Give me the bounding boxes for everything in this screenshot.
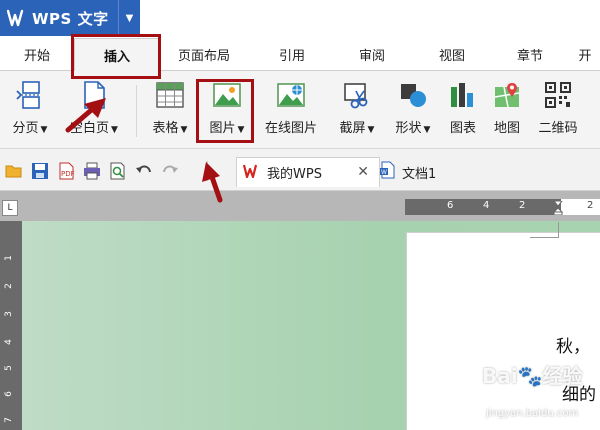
title-bar: WPS 文字 ▼ [0,0,600,38]
page-break-dropdown-icon[interactable]: ▼ [41,125,48,135]
online-picture-button[interactable]: 在线图片 [258,79,324,143]
save-icon[interactable] [30,161,50,181]
indent-marker-icon[interactable] [552,201,564,215]
ruler-text-area [561,199,600,215]
tab-page-layout[interactable]: 页面布局 [162,38,246,71]
screenshot-icon [341,79,373,111]
screenshot-button[interactable]: 截屏 ▼ [330,79,384,143]
ruler-tick: 4 [483,200,490,211]
ruler-tick: 3 [3,311,14,317]
shapes-button[interactable]: 形状 ▼ [388,79,438,143]
close-tab-icon[interactable]: ✕ [357,164,369,180]
vertical-ruler[interactable]: 1 2 3 4 5 6 7 [0,221,22,430]
tab-review[interactable]: 审阅 [332,38,412,71]
tab-my-wps[interactable]: 我的WPS ✕ [236,157,380,187]
app-title: WPS 文字 [32,9,109,28]
export-pdf-icon[interactable]: PDF [56,161,76,181]
chart-icon [447,79,479,111]
page-break-icon [14,79,46,111]
insert-tab-highlight [71,34,161,79]
document-text-line: 秋， [556,337,590,357]
tab-view[interactable]: 视图 [412,38,492,71]
online-picture-label: 在线图片 [264,121,317,136]
baidu-watermark: Bai🐾经验 [482,360,583,389]
page-break-label: 分页 [12,121,39,136]
tab-start[interactable]: 开始 [4,38,70,71]
qrcode-label: 二维码 [538,121,578,136]
blank-page-dropdown-icon[interactable]: ▼ [111,125,118,135]
undo-icon[interactable] [134,161,154,181]
screenshot-dropdown-icon[interactable]: ▼ [368,125,375,135]
arrow-to-picture-button-icon [202,162,223,203]
my-wps-label: 我的WPS [267,167,322,182]
page-break-button[interactable]: 分页 ▼ [4,79,56,143]
ruler-bar: L 6 4 2 2 [0,191,600,221]
tab-document1[interactable]: W 文档1 [378,157,488,187]
wps-logo-icon [6,7,28,29]
qrcode-button[interactable]: 二维码 [530,79,586,143]
ruler-tick: 2 [587,200,594,211]
ruler-tick: 4 [3,339,14,345]
open-folder-icon[interactable] [4,161,24,181]
picture-button-highlight [196,79,254,143]
ruler-tick: 6 [3,391,14,397]
horizontal-ruler[interactable]: 6 4 2 2 [405,199,600,215]
shapes-label: 形状 [395,121,422,136]
svg-text:W: W [381,169,387,176]
app-menu-button[interactable]: WPS 文字 ▼ [0,0,140,36]
ruler-tick: 2 [519,200,526,211]
map-button[interactable]: 地图 [487,79,527,143]
table-label: 表格 [152,121,179,136]
qrcode-icon [542,79,574,111]
online-picture-icon [275,79,307,111]
watermark-brand-suffix: 经验 [542,364,583,388]
quick-access-toolbar: PDF 我的WPS ✕ W 文档1 [0,149,600,191]
paw-icon: 🐾 [517,364,543,388]
print-icon[interactable] [82,161,102,181]
document-file-icon: W [380,161,396,183]
tab-stop-selector-icon[interactable]: L [2,200,18,216]
print-preview-icon[interactable] [108,161,128,181]
shapes-icon [397,79,429,111]
page-corner-mark [558,222,559,238]
tab-developer[interactable]: 开 [570,38,600,71]
table-button[interactable]: 表格 ▼ [144,79,196,143]
chart-label: 图表 [449,121,476,136]
watermark-brand: Bai [482,364,518,388]
ruler-tick: 1 [3,255,14,261]
tab-section[interactable]: 章节 [490,38,570,71]
screenshot-label: 截屏 [339,121,366,136]
redo-icon[interactable] [160,161,180,181]
arrow-to-insert-tab-icon [65,98,106,133]
svg-text:PDF: PDF [61,170,75,178]
ruler-tick: 6 [447,200,454,211]
ruler-tick: 2 [3,283,14,289]
chart-button[interactable]: 图表 [442,79,484,143]
map-label: 地图 [493,121,520,136]
document1-label: 文档1 [402,166,437,182]
tab-references[interactable]: 引用 [252,38,332,71]
map-icon [491,79,523,111]
app-dropdown-chevron-icon[interactable]: ▼ [118,0,140,36]
page-corner-mark [530,237,558,238]
watermark-url: jingyan.baidu.com [486,408,579,419]
ruler-tick: 5 [3,365,14,371]
ribbon-separator [136,85,137,137]
shapes-dropdown-icon[interactable]: ▼ [424,125,431,135]
ruler-tick: 7 [3,417,14,423]
wps-brand-icon [242,164,261,182]
table-icon [154,79,186,111]
table-dropdown-icon[interactable]: ▼ [181,125,188,135]
